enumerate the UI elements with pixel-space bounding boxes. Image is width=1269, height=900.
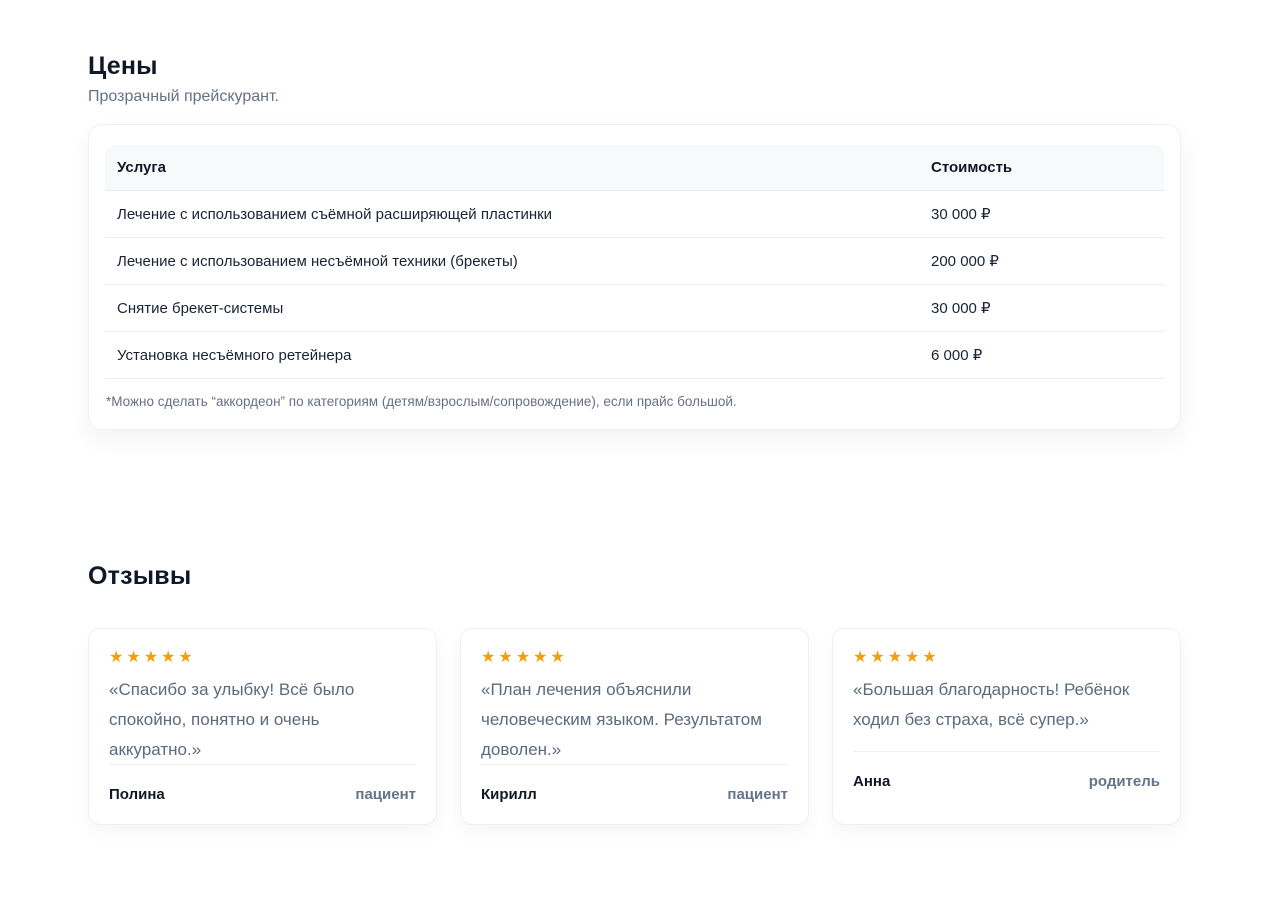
table-row: Установка несъёмного ретейнера 6 000 ₽ <box>105 332 1164 379</box>
star-rating: ★★★★★ <box>109 650 416 666</box>
reviewer-role: родитель <box>1089 773 1160 790</box>
price-cell: 200 000 ₽ <box>919 238 1164 285</box>
prices-title: Цены <box>88 52 1181 81</box>
service-cell: Лечение с использованием несъёмной техни… <box>105 238 919 285</box>
price-table: Услуга Стоимость Лечение с использование… <box>105 145 1164 379</box>
reviewer-role: пациент <box>727 786 788 803</box>
reviews-section: Отзывы ★★★★★ «Спасибо за улыбку! Всё был… <box>88 562 1181 900</box>
reviewer-name: Кирилл <box>481 786 537 803</box>
page-container: Цены Прозрачный прейскурант. Услуга Стои… <box>88 0 1181 900</box>
price-table-head: Услуга Стоимость <box>105 145 1164 191</box>
review-quote: «План лечения объяснили человеческим язы… <box>481 675 788 750</box>
table-row: Лечение с использованием несъёмной техни… <box>105 238 1164 285</box>
header-row: Услуга Стоимость <box>105 145 1164 191</box>
service-cell: Лечение с использованием съёмной расширя… <box>105 191 919 238</box>
reviewer-role: пациент <box>355 786 416 803</box>
table-row: Снятие брекет-системы 30 000 ₽ <box>105 285 1164 332</box>
column-header-service: Услуга <box>105 145 919 191</box>
review-quote: «Спасибо за улыбку! Всё было спокойно, п… <box>109 675 416 750</box>
prices-subtitle: Прозрачный прейскурант. <box>88 88 1181 106</box>
review-byline: Анна родитель <box>853 773 1160 790</box>
price-footnote: *Можно сделать “аккордеон” по категориям… <box>105 394 1164 409</box>
divider <box>481 764 788 765</box>
price-table-body: Лечение с использованием съёмной расширя… <box>105 191 1164 379</box>
table-row: Лечение с использованием съёмной расширя… <box>105 191 1164 238</box>
prices-section: Цены Прозрачный прейскурант. Услуга Стои… <box>88 52 1181 430</box>
divider <box>853 751 1160 752</box>
review-byline: Полина пациент <box>109 786 416 803</box>
review-card: ★★★★★ «Спасибо за улыбку! Всё было споко… <box>88 628 437 825</box>
reviews-title: Отзывы <box>88 562 1181 591</box>
review-byline: Кирилл пациент <box>481 786 788 803</box>
reviewer-name: Полина <box>109 786 165 803</box>
star-rating: ★★★★★ <box>481 650 788 666</box>
reviews-grid: ★★★★★ «Спасибо за улыбку! Всё было споко… <box>88 628 1181 825</box>
star-rating: ★★★★★ <box>853 650 1160 666</box>
price-cell: 30 000 ₽ <box>919 285 1164 332</box>
service-cell: Снятие брекет-системы <box>105 285 919 332</box>
price-card: Услуга Стоимость Лечение с использование… <box>88 124 1181 430</box>
divider <box>109 764 416 765</box>
review-card: ★★★★★ «План лечения объяснили человеческ… <box>460 628 809 825</box>
service-cell: Установка несъёмного ретейнера <box>105 332 919 379</box>
review-quote: «Большая благодарность! Ребёнок ходил бе… <box>853 675 1160 737</box>
price-cell: 30 000 ₽ <box>919 191 1164 238</box>
price-cell: 6 000 ₽ <box>919 332 1164 379</box>
reviewer-name: Анна <box>853 773 890 790</box>
column-header-price: Стоимость <box>919 145 1164 191</box>
review-card: ★★★★★ «Большая благодарность! Ребёнок хо… <box>832 628 1181 825</box>
